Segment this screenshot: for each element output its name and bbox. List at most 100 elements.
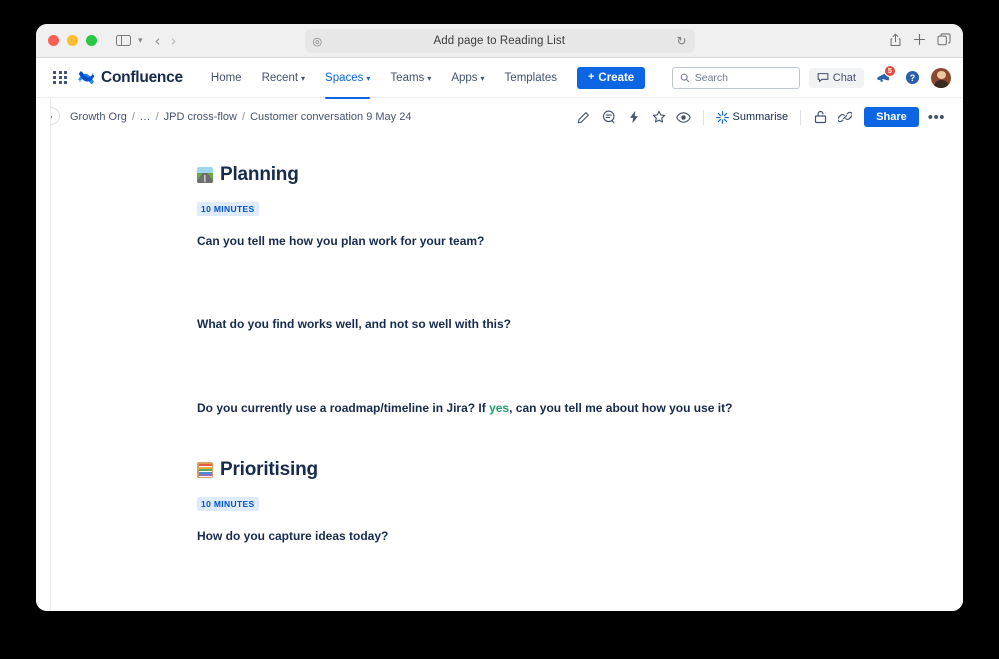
chevron-down-icon: ▾ bbox=[427, 73, 432, 83]
copy-link-icon[interactable] bbox=[834, 106, 856, 128]
page-actions: Summarise Share ••• bbox=[573, 106, 949, 128]
avatar[interactable] bbox=[931, 67, 951, 88]
nav-item-apps[interactable]: Apps ▾ bbox=[443, 67, 492, 89]
breadcrumb-item-ellipsis[interactable]: ... bbox=[140, 111, 151, 123]
back-arrow-icon[interactable]: ‹ bbox=[155, 32, 161, 50]
question-text: What do you find works well, and not so … bbox=[197, 317, 512, 332]
abacus-rows bbox=[198, 463, 212, 477]
question-item: Can you tell me how you plan work for yo… bbox=[197, 233, 817, 250]
section-heading-prioritising: Prioritising bbox=[197, 459, 817, 481]
tab-overview-icon[interactable] bbox=[937, 33, 951, 48]
chevron-down-icon: ▾ bbox=[301, 73, 306, 83]
question-text: Can you tell me how you plan work for yo… bbox=[197, 234, 485, 248]
share-button[interactable]: Share bbox=[864, 107, 919, 127]
global-nav-items: Home Recent ▾ Spaces ▾ Teams ▾ Apps ▾ Te… bbox=[203, 67, 565, 99]
reload-icon[interactable]: ↻ bbox=[676, 34, 686, 48]
nav-item-label: Teams bbox=[390, 71, 425, 84]
breadcrumb-item-parent[interactable]: JPD cross-flow bbox=[164, 111, 237, 123]
confluence-logo[interactable]: Confluence bbox=[78, 69, 183, 87]
notifications-button[interactable]: 5 bbox=[873, 64, 896, 88]
main-column: › Growth Org / ... / JPD cross-flow / Cu… bbox=[51, 98, 963, 611]
global-nav-right: Search Chat 5 ? bbox=[671, 64, 951, 89]
browser-window: ▾ ‹ › ◎ Add page to Reading List ↻ Confl… bbox=[36, 24, 963, 611]
duration-badge: 10 MINUTES bbox=[197, 497, 259, 512]
app-switcher-icon[interactable] bbox=[50, 68, 70, 88]
chat-label: Chat bbox=[832, 71, 856, 84]
comment-icon[interactable] bbox=[598, 106, 620, 128]
page-content-scroll[interactable]: Planning 10 MINUTES Can you tell me how … bbox=[51, 136, 963, 611]
answer-space[interactable] bbox=[197, 250, 817, 300]
automation-lightning-icon[interactable] bbox=[623, 106, 645, 128]
answer-space[interactable] bbox=[197, 546, 817, 596]
plus-icon: + bbox=[587, 71, 595, 83]
search-input[interactable]: Search bbox=[671, 66, 800, 89]
section-title: Prioritising bbox=[220, 459, 318, 481]
notification-badge: 5 bbox=[884, 64, 896, 77]
answer-space[interactable] bbox=[197, 334, 817, 384]
address-bar-text: Add page to Reading List bbox=[433, 35, 566, 47]
watch-eye-icon[interactable] bbox=[673, 106, 695, 128]
nav-item-teams[interactable]: Teams ▾ bbox=[382, 67, 439, 89]
sidebar-toggle-button[interactable] bbox=[111, 30, 135, 52]
window-traffic-lights bbox=[48, 35, 97, 46]
minimize-window-button[interactable] bbox=[67, 35, 78, 46]
question-text: Do you currently use a roadmap/timeline … bbox=[197, 400, 490, 415]
nav-item-templates[interactable]: Templates bbox=[497, 67, 565, 89]
nav-item-label: Home bbox=[210, 71, 242, 84]
restrictions-lock-icon[interactable] bbox=[809, 106, 831, 128]
close-window-button[interactable] bbox=[48, 35, 59, 46]
plus-icon[interactable] bbox=[913, 33, 926, 48]
question-item: How do you capture ideas today? bbox=[197, 528, 817, 545]
expand-sidebar-button[interactable]: › bbox=[51, 107, 60, 125]
confluence-mark-icon bbox=[78, 71, 95, 85]
question-text: How do you capture ideas today? bbox=[197, 529, 389, 544]
question-item: Do you currently use a roadmap/timeline … bbox=[197, 400, 817, 417]
star-icon[interactable] bbox=[648, 106, 670, 128]
motorway-emoji bbox=[197, 167, 213, 183]
nav-item-recent[interactable]: Recent ▾ bbox=[254, 67, 313, 89]
section-heading-planning: Planning bbox=[197, 164, 817, 186]
breadcrumb-item-space[interactable]: Growth Org bbox=[70, 111, 127, 123]
section-title: Planning bbox=[220, 164, 299, 185]
sidebar-icon bbox=[115, 34, 131, 47]
question-highlight: yes bbox=[489, 400, 510, 415]
search-placeholder: Search bbox=[694, 71, 729, 84]
breadcrumb-separator: / bbox=[131, 111, 135, 123]
chat-button[interactable]: Chat bbox=[808, 67, 864, 88]
duration-badge: 10 MINUTES bbox=[197, 202, 259, 216]
add-to-reading-list-icon[interactable]: ◎ bbox=[313, 35, 323, 48]
abacus-emoji bbox=[197, 462, 213, 479]
page-header-bar: › Growth Org / ... / JPD cross-flow / Cu… bbox=[51, 98, 963, 136]
product-name: Confluence bbox=[101, 68, 183, 86]
question-text-tail: , can you tell me about how you use it? bbox=[509, 400, 733, 415]
nav-item-label: Templates bbox=[504, 71, 557, 84]
ai-sparkle-icon bbox=[715, 110, 729, 124]
collapsed-space-sidebar bbox=[36, 98, 51, 611]
search-icon bbox=[680, 73, 689, 82]
create-button[interactable]: + Create bbox=[576, 66, 646, 89]
question-item: What do you find works well, and not so … bbox=[197, 316, 817, 333]
answer-space[interactable] bbox=[197, 417, 817, 459]
help-icon: ? bbox=[905, 70, 919, 85]
maximize-window-button[interactable] bbox=[86, 35, 97, 46]
forward-arrow-icon[interactable]: › bbox=[171, 32, 177, 50]
breadcrumb-item-current[interactable]: Customer conversation 9 May 24 bbox=[250, 111, 411, 123]
help-button[interactable]: ? bbox=[902, 68, 922, 88]
chevron-down-icon: ▾ bbox=[366, 73, 371, 83]
chat-icon bbox=[817, 73, 829, 82]
chevron-down-icon[interactable]: ▾ bbox=[138, 35, 143, 46]
address-bar[interactable]: ◎ Add page to Reading List ↻ bbox=[304, 29, 695, 53]
summarise-button[interactable]: Summarise bbox=[712, 108, 793, 127]
more-actions-button[interactable]: ••• bbox=[924, 110, 949, 125]
content-area: › Growth Org / ... / JPD cross-flow / Cu… bbox=[36, 98, 963, 611]
chevron-down-icon: ▾ bbox=[480, 73, 485, 83]
browser-toolbar: ▾ ‹ › ◎ Add page to Reading List ↻ bbox=[36, 24, 963, 58]
nav-item-spaces[interactable]: Spaces ▾ bbox=[317, 67, 378, 99]
nav-item-home[interactable]: Home bbox=[203, 67, 250, 89]
edit-pencil-icon[interactable] bbox=[573, 106, 595, 128]
nav-item-label: Recent bbox=[261, 71, 299, 84]
share-icon[interactable] bbox=[889, 33, 902, 49]
nav-item-label: Apps bbox=[451, 71, 478, 84]
chevron-right-icon: › bbox=[51, 112, 52, 121]
create-button-label: Create bbox=[598, 71, 635, 84]
